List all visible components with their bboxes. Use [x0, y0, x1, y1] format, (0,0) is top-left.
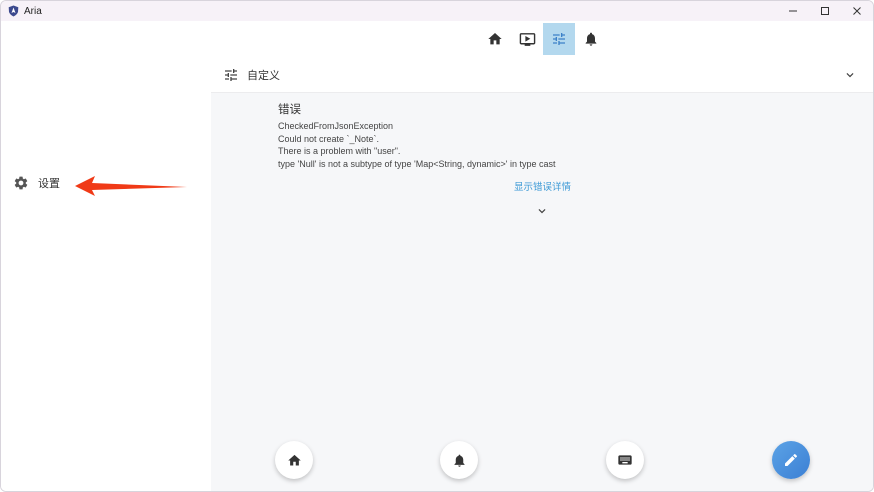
- pencil-icon: [785, 453, 798, 466]
- error-title: 错误: [278, 102, 301, 116]
- annotation-arrow: [75, 176, 187, 196]
- sidebar-item-settings[interactable]: 设置: [13, 175, 60, 191]
- home-icon: [287, 454, 301, 465]
- tab-customize[interactable]: [543, 23, 575, 55]
- tab-notifications[interactable]: [575, 23, 607, 55]
- error-line: Could not create `_Note`.: [278, 133, 380, 144]
- bell-icon: [454, 454, 464, 467]
- sliders-icon: [225, 68, 237, 81]
- app-window: Aria 设置 自定义 错误 CheckedFromJsonException …: [0, 0, 874, 492]
- app-logo-icon: [7, 5, 19, 17]
- maximize-button[interactable]: [809, 1, 841, 21]
- notifications-fab-button[interactable]: [440, 441, 478, 479]
- minimize-icon: [789, 10, 797, 12]
- tv-icon: [519, 32, 535, 46]
- sliders-icon: [553, 33, 565, 45]
- window-controls: [777, 1, 873, 21]
- keyboard-fab-button[interactable]: [606, 441, 644, 479]
- compose-fab-button[interactable]: [772, 441, 810, 479]
- keyboard-icon: [618, 455, 632, 465]
- maximize-icon: [821, 7, 829, 15]
- show-error-details-link[interactable]: 显示错误详情: [514, 179, 571, 193]
- error-line: There is a problem with "user".: [278, 146, 401, 156]
- error-line: type 'Null' is not a subtype of type 'Ma…: [278, 158, 556, 169]
- home-fab-button[interactable]: [275, 441, 313, 479]
- section-header-customize[interactable]: 自定义: [211, 57, 873, 93]
- minimize-button[interactable]: [777, 1, 809, 21]
- sidebar: 设置: [1, 21, 211, 491]
- home-icon: [488, 33, 502, 45]
- title-bar[interactable]: Aria: [1, 1, 873, 21]
- error-line: CheckedFromJsonException: [278, 121, 394, 131]
- tab-home[interactable]: [479, 23, 511, 55]
- main-panel: 自定义 错误 CheckedFromJsonException Could no…: [211, 21, 873, 491]
- close-icon: [853, 7, 861, 15]
- chevron-down-icon[interactable]: [843, 68, 857, 82]
- bell-icon: [585, 32, 597, 46]
- tab-tv[interactable]: [511, 23, 543, 55]
- error-message: 错误 CheckedFromJsonException Could not cr…: [278, 101, 838, 170]
- gear-icon: [14, 176, 28, 190]
- chevron-down-icon[interactable]: [534, 204, 550, 218]
- window-title: Aria: [24, 5, 42, 17]
- section-title: 自定义: [247, 68, 280, 82]
- top-nav-bar: [211, 21, 873, 57]
- close-button[interactable]: [841, 1, 873, 21]
- sidebar-item-label: 设置: [38, 177, 60, 190]
